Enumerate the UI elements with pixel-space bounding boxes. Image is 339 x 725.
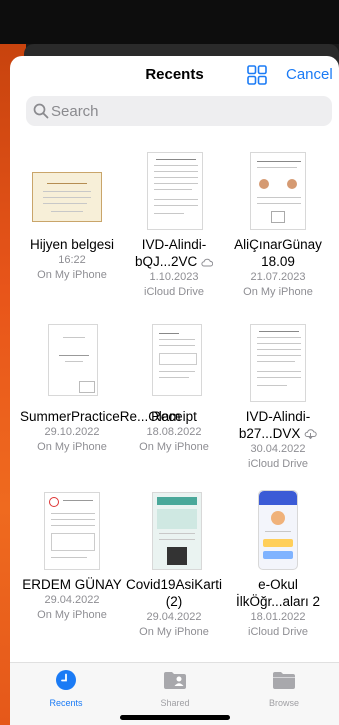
clock-icon bbox=[56, 670, 76, 690]
file-thumbnail bbox=[250, 152, 306, 230]
cancel-button[interactable]: Cancel bbox=[286, 66, 333, 83]
file-date: 1.10.2023 bbox=[149, 271, 199, 283]
file-item[interactable]: IVD-Alindi-b27...DVX 30.04.2022 iCloud D… bbox=[228, 318, 328, 472]
file-item[interactable]: ERDEM GÜNAY 29.04.2022 On My iPhone bbox=[22, 486, 122, 623]
file-name: Covid19AsiKarti (2) bbox=[125, 577, 223, 609]
tab-recents[interactable]: Recents bbox=[26, 669, 106, 708]
file-name: IVD-Alindi-b27...DVX bbox=[226, 408, 330, 442]
file-name: AliÇınarGünay 18.09 bbox=[234, 237, 322, 269]
search-input[interactable] bbox=[51, 96, 321, 126]
file-date: 18.08.2022 bbox=[146, 426, 202, 438]
shared-folder-icon bbox=[164, 672, 186, 689]
file-location: On My iPhone bbox=[37, 609, 107, 621]
file-thumbnail bbox=[152, 492, 202, 570]
file-item[interactable]: Hijyen belgesi 16:22 On My iPhone bbox=[22, 146, 122, 283]
file-location: iCloud Drive bbox=[144, 286, 204, 298]
folder-icon bbox=[273, 672, 295, 689]
file-location: iCloud Drive bbox=[248, 626, 308, 638]
file-location: On My iPhone bbox=[139, 626, 209, 638]
home-indicator[interactable] bbox=[120, 715, 230, 720]
file-name: IVD-Alindi-bQJ...2VC bbox=[122, 236, 226, 270]
search-icon bbox=[33, 103, 49, 119]
tab-browse[interactable]: Browse bbox=[244, 669, 324, 708]
file-location: On My iPhone bbox=[243, 286, 313, 298]
file-location: On My iPhone bbox=[37, 441, 107, 453]
file-item[interactable]: e-Okul İlkÖğr...aları 2 18.01.2022 iClou… bbox=[228, 486, 328, 640]
file-date: 21.07.2023 bbox=[250, 271, 306, 283]
file-thumbnail bbox=[44, 492, 100, 570]
file-name: SummerPracticeRe...Olam bbox=[20, 409, 181, 424]
grid-view-icon[interactable] bbox=[246, 64, 268, 86]
file-location: On My iPhone bbox=[139, 441, 209, 453]
file-name: ERDEM GÜNAY bbox=[22, 577, 122, 592]
header: Recents Cancel bbox=[10, 56, 339, 94]
file-location: On My iPhone bbox=[37, 269, 107, 281]
file-item[interactable]: SummerPracticeRe...Olam 29.10.2022 On My… bbox=[20, 318, 181, 455]
file-date: 29.04.2022 bbox=[44, 594, 100, 606]
file-name: Receipt bbox=[151, 409, 197, 424]
file-thumbnail bbox=[258, 490, 298, 570]
file-name: e-Okul İlkÖğr...aları 2 bbox=[235, 577, 321, 609]
tab-label: Recents bbox=[49, 698, 83, 708]
file-date: 30.04.2022 bbox=[250, 443, 306, 455]
cloud-download-icon[interactable] bbox=[304, 429, 317, 440]
file-item[interactable]: Receipt 18.08.2022 On My iPhone bbox=[124, 318, 224, 455]
file-thumbnail bbox=[152, 324, 202, 396]
file-date: 29.10.2022 bbox=[44, 426, 100, 438]
file-thumbnail bbox=[250, 324, 306, 402]
tab-shared[interactable]: Shared bbox=[135, 669, 215, 708]
file-name: Hijyen belgesi bbox=[29, 237, 115, 252]
file-location: iCloud Drive bbox=[248, 458, 308, 470]
file-thumbnail bbox=[32, 172, 102, 222]
status-area bbox=[0, 0, 339, 44]
file-thumbnail bbox=[147, 152, 203, 230]
search-bar[interactable] bbox=[26, 96, 332, 126]
file-date: 18.01.2022 bbox=[250, 611, 306, 623]
tab-bar: Recents Shared Browse bbox=[10, 662, 339, 725]
file-item[interactable]: Covid19AsiKarti (2) 29.04.2022 On My iPh… bbox=[124, 486, 224, 640]
file-date: 16:22 bbox=[58, 254, 86, 266]
tab-label: Shared bbox=[160, 698, 190, 708]
cloud-icon bbox=[201, 258, 214, 267]
file-item[interactable]: AliÇınarGünay 18.09 21.07.2023 On My iPh… bbox=[228, 146, 328, 300]
file-picker-sheet: Recents Cancel Search Hijyen belgesi 16:… bbox=[10, 56, 339, 725]
file-date: 29.04.2022 bbox=[146, 611, 202, 623]
tab-label: Browse bbox=[268, 698, 299, 708]
file-item[interactable]: IVD-Alindi-bQJ...2VC 1.10.2023 iCloud Dr… bbox=[124, 146, 224, 300]
file-thumbnail bbox=[48, 324, 98, 396]
